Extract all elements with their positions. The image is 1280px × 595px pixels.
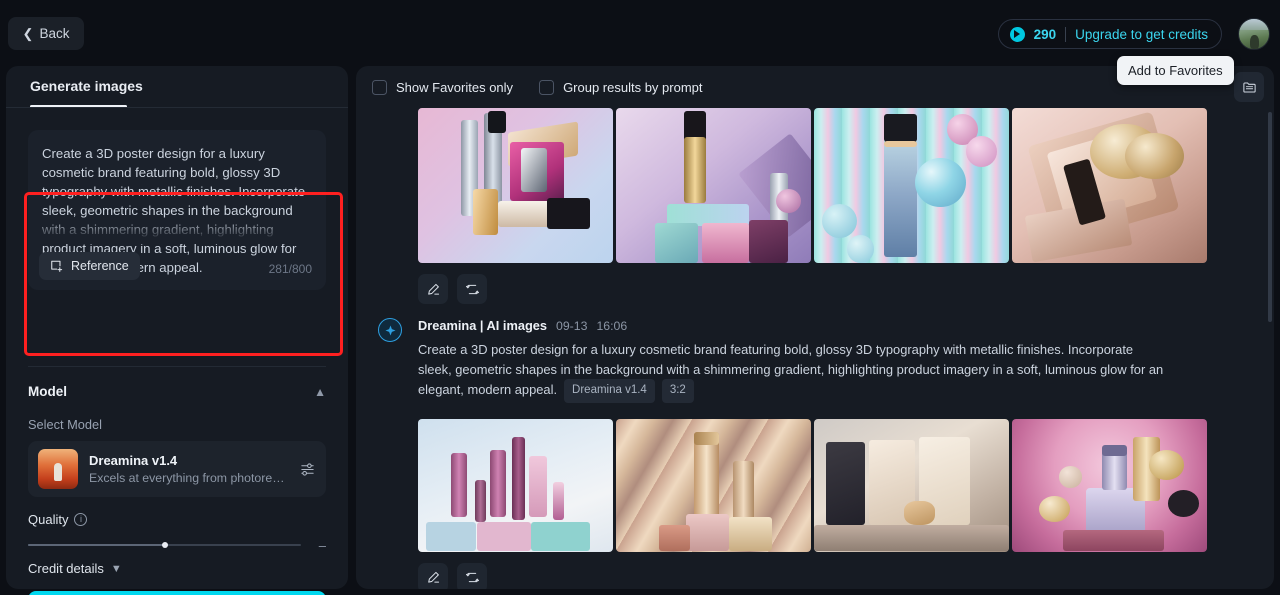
edit-button[interactable] [418,274,448,304]
result-image[interactable] [418,108,613,263]
pencil-icon [427,571,439,583]
tooltip-add-to-favorites: Add to Favorites [1117,56,1234,85]
image-add-icon [51,260,63,272]
refresh-swap-icon [465,572,479,583]
result-date: 09-13 [556,319,588,333]
pencil-icon [427,283,439,295]
group-by-prompt-label: Group results by prompt [563,79,703,95]
folder-button[interactable] [1234,72,1264,102]
credit-coin-icon [1009,26,1025,42]
chevron-down-icon: ▼ [110,562,122,575]
results-list: Dreamina | AI images 09-13 16:06 Create … [356,108,1274,589]
result-image[interactable] [814,418,1009,552]
results-panel: Show Favorites only Group results by pro… [356,66,1274,589]
back-button-label: Back [39,26,70,41]
model-name: Dreamina v1.4 [89,453,178,468]
tag-model[interactable]: Dreamina v1.4 [564,379,655,403]
character-counter: 281/800 [268,262,312,276]
info-icon[interactable]: i [74,513,88,526]
chevron-up-icon[interactable]: ▲ [314,385,326,399]
result-image[interactable] [1012,108,1207,263]
result-meta-header: Dreamina | AI images 09-13 16:06 [378,318,1274,333]
results-scrollbar[interactable] [1268,112,1272,322]
regenerate-button[interactable] [457,274,487,304]
generate-panel: Generate images Create a 3D poster desig… [6,66,348,595]
sliders-icon[interactable] [299,461,316,478]
regenerate-button[interactable] [457,562,487,589]
tag-ratio[interactable]: 3:2 [661,379,694,403]
model-description: Excels at everything from photoreali... [89,471,288,485]
user-avatar[interactable] [1238,18,1270,50]
divider [28,366,326,367]
select-model-label: Select Model [28,417,102,432]
checkbox-box [539,79,555,95]
generate-button[interactable]: Generate 5 [28,591,326,595]
result-source-name: Dreamina | AI images [418,318,547,333]
quality-value: – [318,538,326,553]
result-actions [356,562,1274,589]
reference-button-label: Reference [71,259,129,273]
show-favorites-only-checkbox[interactable]: Show Favorites only [372,79,514,95]
model-info: Dreamina v1.4 Excels at everything from … [89,453,288,485]
app-header: ❮ Back 290 Upgrade to get credits [0,0,1280,68]
result-tags: Dreamina v1.4 3:2 [564,379,694,403]
result-image[interactable] [616,418,811,552]
prompt-input[interactable]: Create a 3D poster design for a luxury c… [28,130,326,290]
result-actions [356,274,1274,304]
result-prompt-body: Create a 3D poster design for a luxury c… [418,342,1164,397]
result-image-row [356,108,1274,263]
edit-button[interactable] [418,562,448,589]
credits-pill[interactable]: 290 Upgrade to get credits [997,19,1222,49]
result-time: 16:06 [596,319,628,333]
chevron-left-icon: ❮ [22,26,34,41]
quality-label: Quality [28,512,69,527]
result-image[interactable] [418,418,613,552]
result-meta: Dreamina | AI images 09-13 16:06 Create … [356,318,1274,403]
reference-button[interactable]: Reference [39,252,140,280]
slider-track[interactable] [28,542,301,548]
slider-fill [28,544,165,546]
credit-details-toggle[interactable]: Credit details ▼ [28,561,122,576]
slider-thumb[interactable] [161,542,168,548]
show-favorites-only-label: Show Favorites only [396,79,514,95]
panel-tabs: Generate images [6,66,348,110]
model-section-header[interactable]: Model ▲ [28,384,326,399]
quality-slider[interactable]: – [28,536,326,556]
divider [6,107,348,108]
model-card[interactable]: Dreamina v1.4 Excels at everything from … [28,441,326,497]
result-image[interactable] [616,108,811,263]
dreamina-badge-icon [378,318,402,342]
back-button[interactable]: ❮ Back [8,17,84,50]
result-prompt-text: Create a 3D poster design for a luxury c… [378,340,1168,403]
credit-details-label: Credit details [28,561,104,576]
group-by-prompt-checkbox[interactable]: Group results by prompt [539,79,703,95]
tab-generate-images[interactable]: Generate images [30,78,143,94]
astronaut-poppy-field-thumbnail [38,449,78,489]
credits-count: 290 [1033,26,1057,42]
model-section-title: Model [28,384,67,399]
divider [1065,26,1067,42]
checkbox-box [372,79,387,95]
quality-label-row: Quality i [28,512,88,527]
result-image-row [356,418,1274,552]
folder-icon [1242,81,1256,93]
refresh-swap-icon [465,284,479,294]
result-image[interactable] [814,108,1009,263]
sparkle-icon [384,324,396,336]
upgrade-link[interactable]: Upgrade to get credits [1075,27,1208,42]
result-image[interactable] [1012,418,1207,552]
